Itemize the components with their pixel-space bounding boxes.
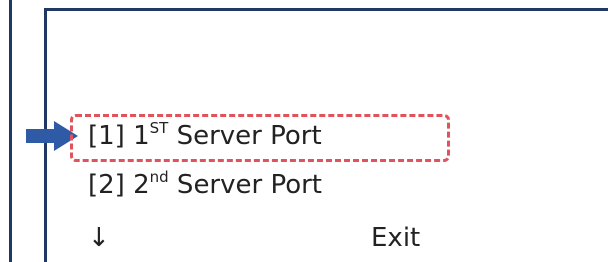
left-frame-panel (0, 0, 12, 262)
menu-item-2-prefix: [2] 2 (88, 170, 150, 200)
exit-option[interactable]: Exit (371, 223, 420, 253)
menu-item-server-port-2[interactable]: [2] 2nd Server Port (88, 168, 323, 203)
menu-item-2-suffix: Server Port (168, 170, 323, 200)
menu-item-1-superscript: ST (149, 119, 169, 137)
menu-item-2-superscript: nd (149, 168, 169, 186)
down-arrow-icon[interactable]: ↓ (88, 223, 110, 253)
menu-item-server-port-1[interactable]: [1] 1ST Server Port (88, 119, 322, 154)
menu-item-1-prefix: [1] 1 (88, 121, 150, 151)
menu-item-1-suffix: Server Port (168, 121, 322, 151)
menu-illustration: [1] 1ST Server Port [2] 2nd Server Port … (0, 0, 608, 262)
